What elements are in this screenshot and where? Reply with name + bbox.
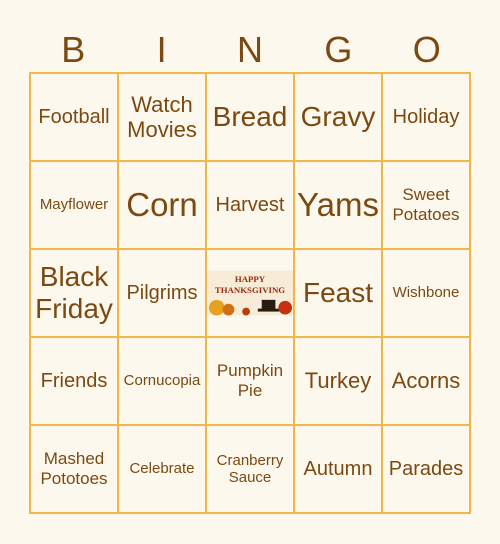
- bingo-cell[interactable]: Sweet Potatoes: [382, 161, 470, 249]
- cell-label: Pilgrims: [126, 281, 198, 304]
- bingo-cell[interactable]: Yams: [294, 161, 382, 249]
- cell-label: Feast: [302, 276, 374, 308]
- bingo-cell[interactable]: Gravy: [294, 73, 382, 161]
- cell-label: Harvest: [215, 193, 285, 216]
- bingo-cell[interactable]: Harvest: [206, 161, 294, 249]
- svg-text:HAPPY: HAPPY: [235, 274, 266, 284]
- cell-label: Watch Movies: [127, 91, 197, 142]
- bingo-cell[interactable]: Feast: [294, 249, 382, 337]
- bingo-cell[interactable]: Bread: [206, 73, 294, 161]
- cell-label: Acorns: [391, 368, 461, 394]
- cell-label: Cranberry Sauce: [216, 451, 284, 486]
- svg-text:THANKSGIVING: THANKSGIVING: [215, 285, 285, 295]
- cell-label: Parades: [388, 457, 464, 480]
- header-letter-o: O: [412, 29, 441, 70]
- cell-label: Sweet Potatoes: [392, 185, 460, 224]
- cell-label: Autumn: [303, 457, 373, 480]
- header-letter-b: B: [61, 29, 86, 70]
- cell-label: Friends: [40, 369, 108, 392]
- bingo-cell[interactable]: Holiday: [382, 73, 470, 161]
- bingo-cell[interactable]: Black Friday: [30, 249, 118, 337]
- bingo-cell[interactable]: Parades: [382, 425, 470, 513]
- cell-label: Pumpkin Pie: [216, 361, 284, 400]
- bingo-cell[interactable]: Friends: [30, 337, 118, 425]
- header-letter-n: N: [236, 29, 263, 70]
- bingo-cell[interactable]: Football: [30, 73, 118, 161]
- bingo-cell[interactable]: Cranberry Sauce: [206, 425, 294, 513]
- bingo-cell[interactable]: Wishbone: [382, 249, 470, 337]
- cell-label: Corn: [126, 186, 198, 224]
- cell-label: Bread: [212, 100, 288, 132]
- header-letter-g: G: [324, 29, 353, 70]
- cell-label: Black Friday: [35, 260, 113, 324]
- free-space-cell[interactable]: HAPPY THANKSGIVING: [206, 249, 294, 337]
- cell-label: Football: [38, 105, 110, 128]
- cell-label: Holiday: [392, 105, 460, 128]
- bingo-cell[interactable]: Cornucopia: [118, 337, 206, 425]
- cell-label: Mashed Pototoes: [40, 449, 108, 488]
- bingo-cell[interactable]: Pilgrims: [118, 249, 206, 337]
- bingo-cell[interactable]: Pumpkin Pie: [206, 337, 294, 425]
- cell-label: Yams: [297, 186, 379, 224]
- cell-label: Gravy: [300, 100, 376, 132]
- bingo-cell[interactable]: Mayflower: [30, 161, 118, 249]
- cell-label: Mayflower: [39, 196, 109, 214]
- bingo-cell[interactable]: Celebrate: [118, 425, 206, 513]
- cell-label: Cornucopia: [123, 372, 201, 390]
- header-letter-i: I: [156, 29, 167, 70]
- bingo-cell[interactable]: Turkey: [294, 337, 382, 425]
- bingo-cell[interactable]: Acorns: [382, 337, 470, 425]
- bingo-cell[interactable]: Mashed Pototoes: [30, 425, 118, 513]
- cell-label: Wishbone: [392, 284, 460, 302]
- bingo-cell[interactable]: Corn: [118, 161, 206, 249]
- bingo-cell[interactable]: Autumn: [294, 425, 382, 513]
- bingo-grid: Football Watch Movies Bread Gravy Holiday May…: [29, 72, 471, 514]
- bingo-header: B I N G O: [29, 28, 471, 72]
- cell-label: Celebrate: [129, 460, 195, 478]
- cell-label: Turkey: [304, 368, 372, 394]
- bingo-cell[interactable]: Watch Movies: [118, 73, 206, 161]
- happy-thanksgiving-image: HAPPYTHANKSGIVING: [207, 270, 293, 316]
